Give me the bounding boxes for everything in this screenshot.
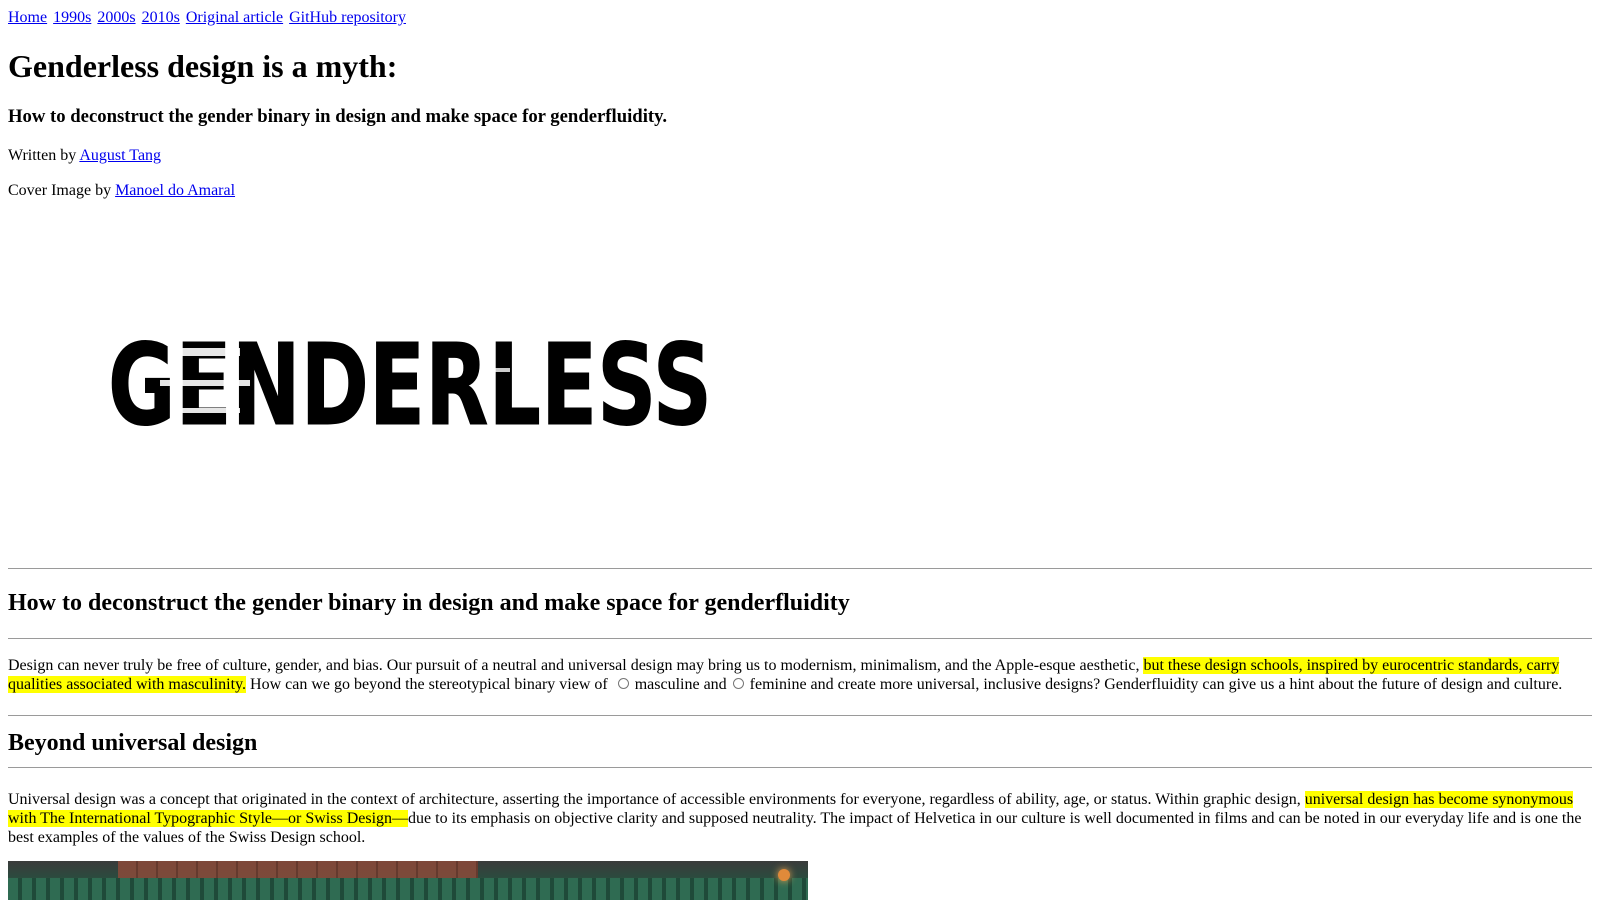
divider — [8, 767, 1592, 768]
article-page: Home 1990s 2000s 2010s Original article … — [0, 0, 1600, 900]
cover-author-link[interactable]: Manoel do Amaral — [115, 182, 235, 199]
masculine-label: masculine and — [634, 676, 727, 693]
page-title: Genderless design is a myth: — [8, 48, 398, 84]
masculine-radio[interactable] — [617, 677, 629, 689]
photo-lamp — [778, 869, 790, 881]
nav-link-original-article[interactable]: Original article — [186, 9, 283, 26]
cover-credit: Cover Image by Manoel do Amaral — [8, 181, 235, 200]
article-photo — [8, 861, 808, 900]
nav-link-2000s[interactable]: 2000s — [97, 9, 135, 26]
intro-text-mid: How can we go beyond the stereotypical b… — [246, 676, 612, 693]
feminine-radio[interactable] — [732, 677, 744, 689]
author-link[interactable]: August Tang — [79, 147, 161, 164]
divider — [8, 568, 1592, 569]
photo-green-fence — [8, 878, 808, 900]
nav-link-1990s[interactable]: 1990s — [53, 9, 91, 26]
divider — [8, 638, 1592, 639]
cover-image: GENDERLESS — [108, 321, 713, 451]
nav-link-github-repository[interactable]: GitHub repository — [289, 9, 406, 26]
nav-link-2010s[interactable]: 2010s — [142, 9, 180, 26]
divider — [8, 715, 1592, 716]
intro-paragraph: Design can never truly be free of cultur… — [8, 656, 1592, 694]
top-nav: Home 1990s 2000s 2010s Original article … — [8, 8, 408, 27]
section-heading-deconstruct: How to deconstruct the gender binary in … — [8, 590, 850, 616]
nav-link-home[interactable]: Home — [8, 9, 47, 26]
author-byline: Written by August Tang — [8, 146, 161, 165]
written-by-label: Written by — [8, 147, 77, 164]
cover-image-label: Cover Image by — [8, 182, 112, 199]
intro-text-end: feminine and create more universal, incl… — [749, 676, 1563, 693]
universal-design-paragraph: Universal design was a concept that orig… — [8, 790, 1592, 847]
page-subtitle: How to deconstruct the gender binary in … — [8, 106, 668, 127]
universal-text: Universal design was a concept that orig… — [8, 791, 1305, 808]
section-heading-beyond-universal: Beyond universal design — [8, 730, 258, 756]
intro-text: Design can never truly be free of cultur… — [8, 657, 1144, 674]
